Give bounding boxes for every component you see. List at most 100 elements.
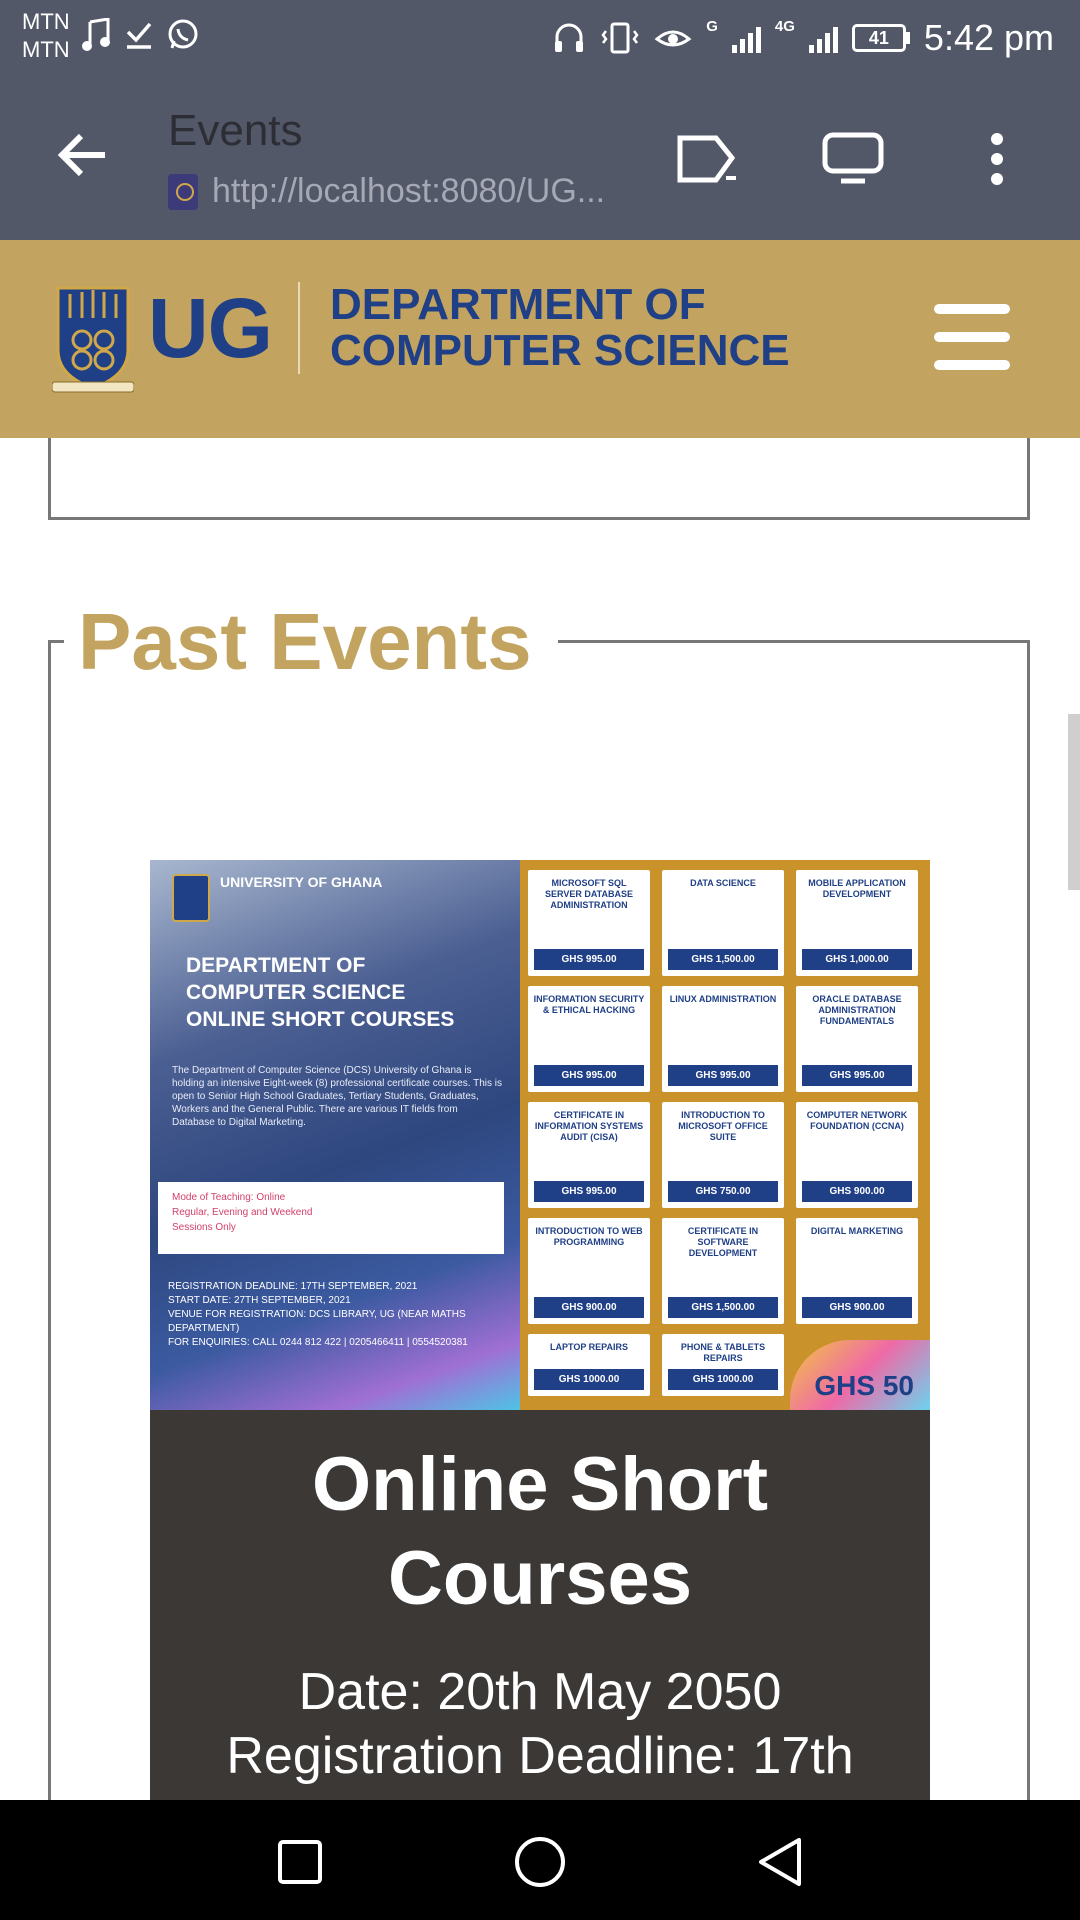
music-note-icon	[82, 18, 110, 51]
poster-footer: REGISTRATION DEADLINE: 17TH SEPTEMBER, 2…	[168, 1280, 508, 1350]
event-poster-image[interactable]: UNIVERSITY OF GHANA DEPARTMENT OF COMPUT…	[150, 860, 930, 1410]
poster-deadline: REGISTRATION DEADLINE: 17TH SEPTEMBER, 2…	[168, 1281, 418, 1292]
event-title: Online Short Courses	[312, 1442, 768, 1621]
browser-toolbar: Events http://localhost:8080/UG...	[0, 80, 1080, 240]
course-tile: CERTIFICATE IN SOFTWARE DEVELOPMENT GHS 1…	[662, 1218, 784, 1324]
course-tile: LAPTOP REPAIRS GHS 1000.00	[528, 1334, 650, 1396]
scrollbar-thumb[interactable]	[1068, 714, 1080, 890]
course-name: COMPUTER NETWORK FOUNDATION (CCNA)	[806, 1110, 908, 1131]
network-type-1: G	[706, 17, 718, 35]
course-tile: PHONE & TABLETS REPAIRS GHS 1000.00	[662, 1334, 784, 1396]
course-name: INFORMATION SECURITY & ETHICAL HACKING	[533, 994, 645, 1015]
course-price: GHS 1,500.00	[668, 1297, 778, 1318]
eye-comfort-icon	[654, 30, 692, 47]
more-options-button[interactable]	[962, 124, 1032, 194]
previous-section-box	[48, 438, 1030, 520]
poster-left-panel: UNIVERSITY OF GHANA DEPARTMENT OF COMPUT…	[150, 860, 520, 1410]
signal-strength-1-icon	[731, 23, 761, 53]
course-name: PHONE & TABLETS REPAIRS	[680, 1342, 766, 1363]
course-name: DATA SCIENCE	[690, 878, 756, 888]
desktop-site-button[interactable]	[818, 124, 888, 194]
course-tile: CERTIFICATE IN INFORMATION SYSTEMS AUDIT…	[528, 1102, 650, 1208]
system-navigation-bar	[0, 1800, 1080, 1920]
course-price: GHS 995.00	[534, 949, 644, 970]
course-tile: DIGITAL MARKETING GHS 900.00	[796, 1218, 918, 1324]
system-indicators: G 4G 41 5:42 pm	[552, 14, 1054, 62]
course-name: ORACLE DATABASE ADMINISTRATION FUNDAMENT…	[812, 994, 902, 1026]
square-icon	[278, 1840, 322, 1884]
course-price: GHS 900.00	[802, 1181, 912, 1202]
whatsapp-icon	[168, 19, 198, 49]
poster-mode-line-2: Regular, Evening and Weekend	[172, 1207, 313, 1218]
page-title: Events	[168, 106, 303, 155]
cast-button[interactable]	[672, 124, 742, 194]
hamburger-menu-icon[interactable]	[934, 304, 1010, 370]
course-name: DIGITAL MARKETING	[810, 1226, 904, 1236]
course-price: GHS 900.00	[534, 1297, 644, 1318]
course-name: MOBILE APPLICATION DEVELOPMENT	[808, 878, 906, 899]
poster-title-line-3: ONLINE SHORT COURSES	[186, 1008, 455, 1031]
course-tile: ORACLE DATABASE ADMINISTRATION FUNDAMENT…	[796, 986, 918, 1092]
poster-right-panel: MICROSOFT SQL SERVER DATABASE ADMINISTRA…	[520, 860, 930, 1410]
course-tile: DATA SCIENCE GHS 1,500.00	[662, 870, 784, 976]
url-text: http://localhost:8080/UG...	[212, 172, 606, 210]
course-price: GHS 995.00	[668, 1065, 778, 1086]
event-details: Online Short Courses Date: 20th May 2050…	[150, 1410, 930, 1800]
event-card[interactable]: UNIVERSITY OF GHANA DEPARTMENT OF COMPUT…	[150, 860, 930, 1800]
course-price: GHS 1,000.00	[802, 949, 912, 970]
download-done-icon	[126, 22, 152, 49]
poster-description: The Department of Computer Science (DCS)…	[172, 1065, 502, 1128]
course-price: GHS 1000.00	[668, 1369, 778, 1390]
cast-icon	[677, 135, 736, 183]
url-bar[interactable]: http://localhost:8080/UG...	[168, 172, 605, 211]
carrier-2: MTN	[22, 37, 70, 62]
nav-back-button[interactable]	[748, 1830, 812, 1894]
course-price: GHS 750.00	[668, 1181, 778, 1202]
poster-title-line-1: DEPARTMENT OF	[186, 954, 366, 977]
carrier-labels: MTN MTN	[22, 8, 70, 64]
poster-venue: VENUE FOR REGISTRATION: DCS LIBRARY, UG …	[168, 1309, 466, 1334]
circle-icon	[515, 1837, 565, 1887]
course-tile: INTRODUCTION TO WEB PROGRAMMING GHS 900.0…	[528, 1218, 650, 1324]
course-price: GHS 900.00	[802, 1297, 912, 1318]
vibrate-icon	[601, 22, 639, 54]
network-type-2: 4G	[774, 17, 795, 35]
battery-level: 41	[851, 24, 906, 52]
department-name: DEPARTMENT OF COMPUTER SCIENCE	[330, 282, 790, 374]
notification-icons	[82, 18, 200, 52]
ug-crest-logo[interactable]	[52, 284, 134, 396]
poster-teaching-mode: Mode of Teaching: Online Regular, Evenin…	[158, 1182, 504, 1254]
back-button[interactable]	[48, 120, 118, 190]
course-tile: MOBILE APPLICATION DEVELOPMENT GHS 1,000.…	[796, 870, 918, 976]
course-name: MICROSOFT SQL SERVER DATABASE ADMINISTRA…	[544, 878, 633, 910]
headset-icon	[555, 23, 584, 52]
course-name: LINUX ADMINISTRATION	[669, 994, 777, 1004]
department-name-line-1: DEPARTMENT OF	[330, 280, 706, 329]
course-price: GHS 1000.00	[534, 1369, 644, 1390]
header-divider	[298, 282, 300, 374]
back-arrow-icon	[57, 133, 105, 177]
course-price: GHS 995.00	[534, 1181, 644, 1202]
poster-logo-icon	[172, 874, 210, 922]
desktop-site-icon	[822, 132, 884, 184]
poster-title: DEPARTMENT OF COMPUTER SCIENCE ONLINE SH…	[186, 952, 506, 1033]
poster-enquiries: FOR ENQUIRIES: CALL 0244 812 422 | 02054…	[168, 1337, 468, 1348]
course-tile: INFORMATION SECURITY & ETHICAL HACKING GH…	[528, 986, 650, 1092]
signal-strength-2-icon	[808, 23, 838, 53]
recent-apps-button[interactable]	[268, 1830, 332, 1894]
course-tile: LINUX ADMINISTRATION GHS 995.00	[662, 986, 784, 1092]
course-name: CERTIFICATE IN SOFTWARE DEVELOPMENT	[687, 1226, 759, 1258]
course-name: CERTIFICATE IN INFORMATION SYSTEMS AUDIT…	[534, 1110, 644, 1142]
home-button[interactable]	[508, 1830, 572, 1894]
triangle-icon	[759, 1838, 801, 1886]
poster-university: UNIVERSITY OF GHANA	[220, 874, 383, 890]
poster-mode-line-1: Mode of Teaching: Online	[172, 1192, 286, 1203]
clock: 5:42 pm	[923, 17, 1054, 58]
event-registration-deadline: Registration Deadline: 17th	[226, 1727, 854, 1785]
poster-mode-line-3: Sessions Only	[172, 1222, 236, 1233]
event-date: Date: 20th May 2050	[298, 1663, 782, 1721]
battery-icon: 41	[851, 24, 910, 52]
department-name-line-2: COMPUTER SCIENCE	[330, 326, 790, 375]
course-price: GHS 1,500.00	[668, 949, 778, 970]
ug-logo-text[interactable]: UG	[148, 280, 273, 377]
